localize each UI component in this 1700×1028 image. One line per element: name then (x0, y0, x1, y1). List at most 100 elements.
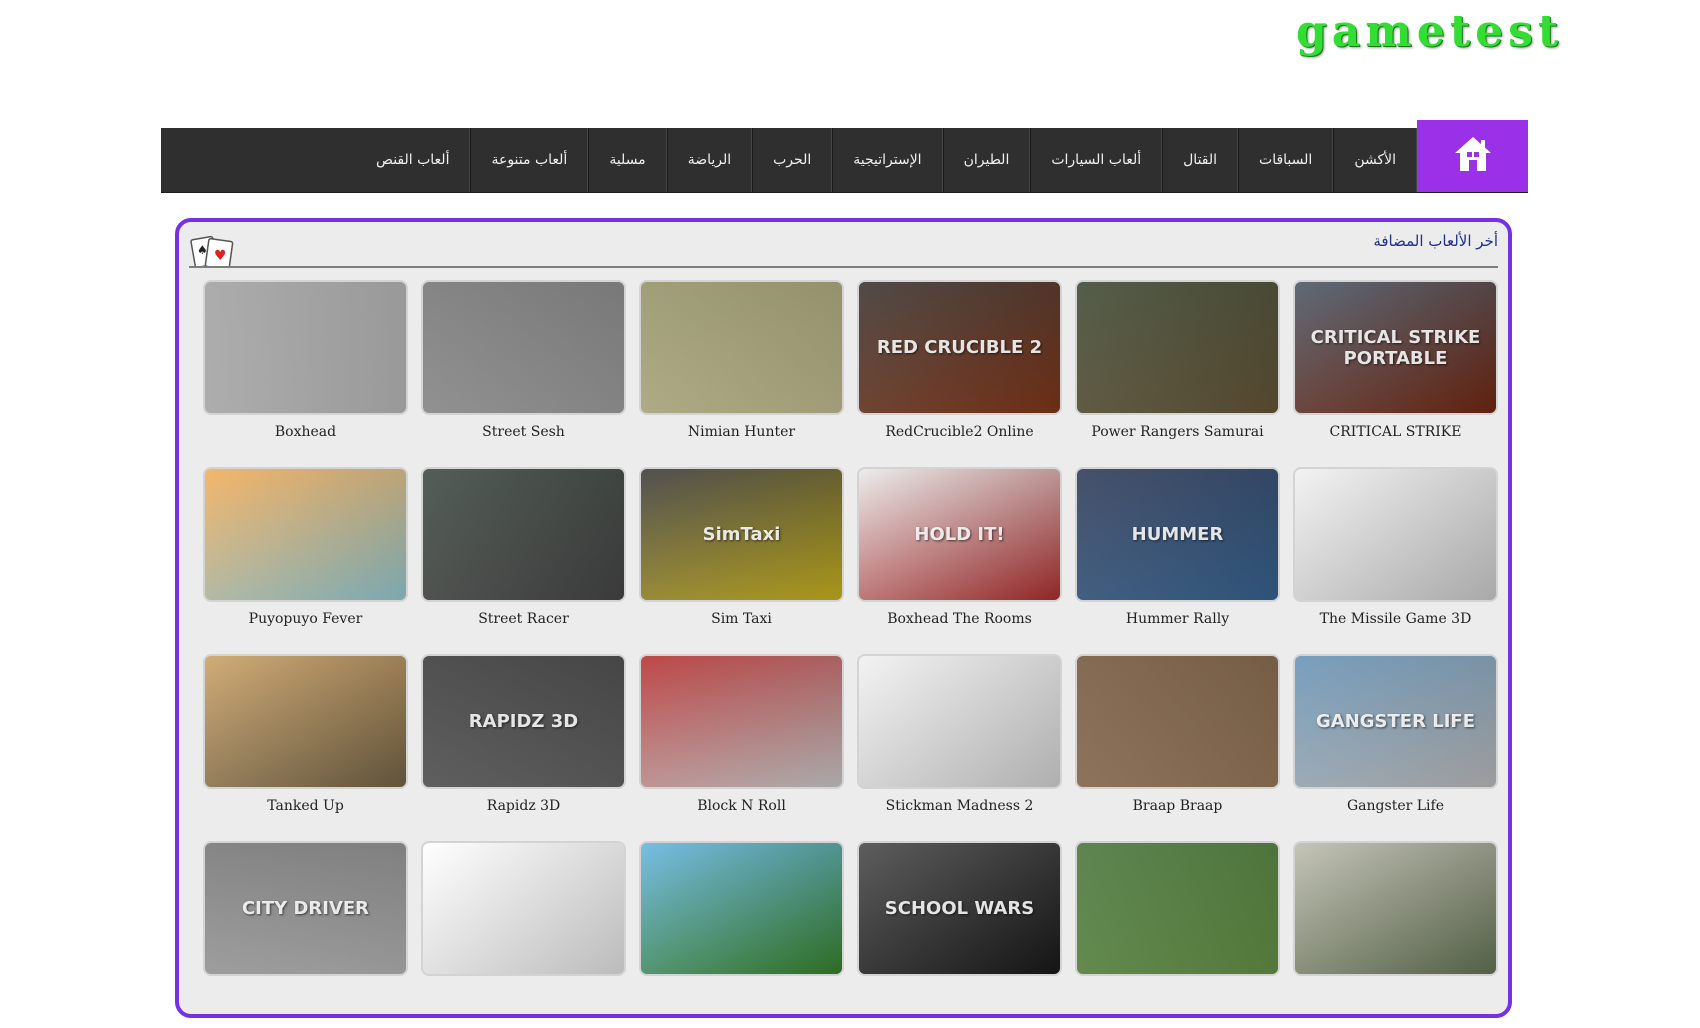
game-tile[interactable]: CITY DRIVER (203, 841, 408, 1028)
nav-item-racing[interactable]: السباقات (1238, 128, 1334, 192)
game-thumbnail-art (1295, 469, 1496, 600)
game-thumbnail[interactable]: RED CRUCIBLE 2 (857, 280, 1062, 415)
nav-item-strategy[interactable]: الإستراتيجية (832, 128, 943, 192)
game-thumbnail[interactable] (1075, 280, 1280, 415)
game-tile[interactable]: Nimian Hunter (639, 280, 844, 467)
site-logo[interactable]: gametest (1296, 6, 1563, 57)
game-thumbnail-art (205, 282, 406, 413)
game-tile[interactable]: SCHOOL WARS (857, 841, 1062, 1028)
game-thumbnail-art (1295, 843, 1496, 974)
game-thumbnail[interactable] (421, 467, 626, 602)
game-thumbnail[interactable] (1075, 841, 1280, 976)
panel-title: أخر الألعاب المضافة (1373, 232, 1498, 250)
game-tile[interactable]: CRITICAL STRIKE PORTABLE CRITICAL STRIKE (1293, 280, 1498, 467)
game-thumbnail[interactable] (203, 280, 408, 415)
nav-item-misc[interactable]: ألعاب متنوعة (470, 128, 589, 192)
games-grid: Boxhead Street Sesh Nimian Hunter RED CRUCI… (203, 280, 1503, 1028)
game-tile[interactable]: Street Sesh (421, 280, 626, 467)
nav-item-war[interactable]: الحرب (752, 128, 833, 192)
game-title[interactable]: Boxhead (203, 424, 408, 440)
game-thumbnail[interactable] (203, 654, 408, 789)
game-tile[interactable] (421, 841, 626, 1028)
game-title[interactable]: Puyopuyo Fever (203, 611, 408, 627)
game-tile[interactable]: Street Racer (421, 467, 626, 654)
game-thumbnail[interactable] (1075, 654, 1280, 789)
nav-item-fun[interactable]: مسلية (588, 128, 667, 192)
nav-item-sniper[interactable]: ألعاب القنص (356, 128, 471, 192)
game-tile[interactable] (1293, 841, 1498, 1028)
game-title[interactable]: The Missile Game 3D (1293, 611, 1498, 627)
game-title[interactable]: Gangster Life (1293, 798, 1498, 814)
game-tile[interactable]: Braap Braap (1075, 654, 1280, 841)
game-tile[interactable]: HUMMER Hummer Rally (1075, 467, 1280, 654)
nav-item-sports[interactable]: الرياضة (666, 128, 753, 192)
panel-header: ♠ ♥ أخر الألعاب المضافة (189, 222, 1498, 271)
game-tile[interactable]: GANGSTER LIFE Gangster Life (1293, 654, 1498, 841)
game-thumbnail[interactable] (203, 467, 408, 602)
game-thumbnail[interactable] (1293, 467, 1498, 602)
game-title[interactable]: Rapidz 3D (421, 798, 626, 814)
game-title[interactable]: Stickman Madness 2 (857, 798, 1062, 814)
game-title[interactable]: Block N Roll (639, 798, 844, 814)
home-icon (1453, 135, 1493, 177)
game-tile[interactable]: Puyopuyo Fever (203, 467, 408, 654)
game-thumbnail[interactable] (421, 280, 626, 415)
game-thumbnail[interactable]: HOLD IT! (857, 467, 1062, 602)
game-thumbnail[interactable] (421, 841, 626, 976)
game-title[interactable]: RedCrucible2 Online (857, 424, 1062, 440)
game-thumbnail-art: SimTaxi (702, 524, 781, 545)
game-title[interactable]: Braap Braap (1075, 798, 1280, 814)
game-thumbnail[interactable]: SimTaxi (639, 467, 844, 602)
game-thumbnail-art: HUMMER (1131, 524, 1224, 545)
game-thumbnail-art: GANGSTER LIFE (1316, 711, 1475, 732)
game-thumbnail-art (641, 656, 842, 787)
game-title[interactable]: Sim Taxi (639, 611, 844, 627)
nav-item-flying[interactable]: الطيران (942, 128, 1031, 192)
game-tile[interactable]: RAPIDZ 3D Rapidz 3D (421, 654, 626, 841)
nav-item-action[interactable]: الأكشن (1333, 128, 1417, 192)
game-title[interactable]: Nimian Hunter (639, 424, 844, 440)
game-tile[interactable]: The Missile Game 3D (1293, 467, 1498, 654)
game-thumbnail[interactable] (1293, 841, 1498, 976)
game-title[interactable]: Power Rangers Samurai (1075, 424, 1280, 440)
home-button[interactable] (1417, 120, 1528, 192)
game-thumbnail[interactable] (639, 841, 844, 976)
svg-text:♥: ♥ (214, 248, 227, 264)
game-thumbnail[interactable]: SCHOOL WARS (857, 841, 1062, 976)
game-tile[interactable]: Stickman Madness 2 (857, 654, 1062, 841)
game-thumbnail[interactable] (639, 280, 844, 415)
game-title[interactable]: Tanked Up (203, 798, 408, 814)
game-thumbnail-art: SCHOOL WARS (884, 898, 1035, 919)
game-thumbnail-art (423, 469, 624, 600)
game-thumbnail[interactable]: CITY DRIVER (203, 841, 408, 976)
game-tile[interactable]: RED CRUCIBLE 2 RedCrucible2 Online (857, 280, 1062, 467)
game-tile[interactable]: SimTaxi Sim Taxi (639, 467, 844, 654)
game-title[interactable]: Street Sesh (421, 424, 626, 440)
nav-menu: الأكشن السباقات القتال ألعاب السيارات ال… (356, 128, 1417, 192)
game-tile[interactable] (639, 841, 844, 1028)
nav-item-car-games[interactable]: ألعاب السيارات (1030, 128, 1163, 192)
game-thumbnail-art: CRITICAL STRIKE PORTABLE (1310, 326, 1481, 369)
game-tile[interactable]: Block N Roll (639, 654, 844, 841)
game-title[interactable]: Boxhead The Rooms (857, 611, 1062, 627)
game-title[interactable]: Street Racer (421, 611, 626, 627)
game-thumbnail-art (1077, 282, 1278, 413)
game-tile[interactable]: Tanked Up (203, 654, 408, 841)
nav-item-fighting[interactable]: القتال (1162, 128, 1239, 192)
game-thumbnail[interactable]: CRITICAL STRIKE PORTABLE (1293, 280, 1498, 415)
game-thumbnail-art (423, 843, 624, 974)
game-title[interactable]: Hummer Rally (1075, 611, 1280, 627)
game-title[interactable]: CRITICAL STRIKE (1293, 424, 1498, 440)
game-tile[interactable]: Boxhead (203, 280, 408, 467)
game-thumbnail-art (423, 282, 624, 413)
latest-games-panel: ♠ ♥ أخر الألعاب المضافة Boxhead Street Se… (175, 218, 1512, 1018)
game-tile[interactable]: HOLD IT! Boxhead The Rooms (857, 467, 1062, 654)
game-thumbnail[interactable]: HUMMER (1075, 467, 1280, 602)
game-tile[interactable] (1075, 841, 1280, 1028)
game-tile[interactable]: Power Rangers Samurai (1075, 280, 1280, 467)
game-thumbnail[interactable]: RAPIDZ 3D (421, 654, 626, 789)
game-thumbnail[interactable] (857, 654, 1062, 789)
game-thumbnail-art (1077, 843, 1278, 974)
game-thumbnail[interactable]: GANGSTER LIFE (1293, 654, 1498, 789)
game-thumbnail[interactable] (639, 654, 844, 789)
